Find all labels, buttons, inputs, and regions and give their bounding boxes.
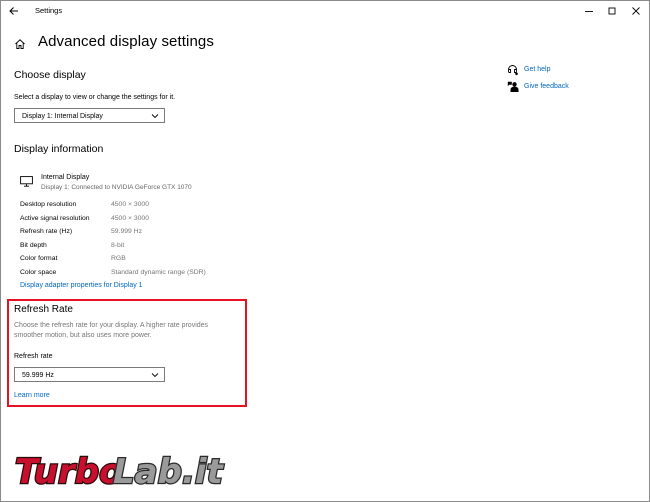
home-icon	[15, 39, 25, 49]
monitor-icon	[20, 176, 33, 187]
minimize-icon	[585, 11, 593, 12]
maximize-button[interactable]	[604, 3, 620, 19]
close-button[interactable]	[628, 3, 644, 19]
display-connection: Display 1: Connected to NVIDIA GeForce G…	[41, 184, 192, 191]
svg-text:Lab.it: Lab.it	[113, 452, 225, 492]
refresh-rate-label: Refresh rate	[14, 353, 53, 360]
info-row: Color space Standard dynamic range (SDR)	[20, 269, 250, 279]
maximize-icon	[608, 7, 616, 15]
window-title: Settings	[35, 6, 63, 15]
info-label: Refresh rate (Hz)	[20, 228, 73, 235]
choose-display-description: Select a display to view or change the s…	[14, 94, 176, 101]
close-icon	[632, 7, 640, 15]
get-help-link[interactable]: Get help	[524, 66, 550, 73]
info-label: Desktop resolution	[20, 201, 77, 208]
info-value: 4500 × 3000	[111, 201, 149, 208]
page-title: Advanced display settings	[38, 33, 214, 50]
info-value: RGB	[111, 255, 126, 262]
info-row: Color format RGB	[20, 255, 250, 265]
info-value: 4500 × 3000	[111, 214, 149, 222]
info-value: 8-bit	[111, 241, 125, 249]
give-feedback-icon	[507, 81, 519, 92]
chevron-down-icon	[151, 114, 159, 119]
minimize-button[interactable]	[581, 3, 597, 19]
display-information-heading: Display information	[14, 143, 104, 155]
home-button[interactable]	[14, 37, 26, 49]
info-value: Standard dynamic range (SDR)	[111, 268, 206, 276]
info-label: Active signal resolution	[20, 214, 90, 222]
back-button[interactable]	[6, 3, 22, 19]
learn-more-link[interactable]: Learn more	[14, 392, 50, 399]
info-row: Refresh rate (Hz) 59.999 Hz	[20, 228, 250, 238]
get-help-icon	[508, 65, 518, 76]
info-label: Color space	[20, 268, 57, 276]
chevron-down-icon	[151, 373, 159, 378]
display-name: Internal Display	[41, 174, 90, 181]
refresh-rate-description-line2: smoother motion, but also uses more powe…	[14, 332, 152, 339]
turbolab-watermark-logo: Turbo Lab.it	[14, 451, 226, 493]
info-row: Bit depth 8-bit	[20, 242, 250, 252]
give-feedback-link[interactable]: Give feedback	[524, 83, 569, 90]
settings-window: Settings Advanced display settings Choos…	[0, 0, 650, 502]
info-label: Bit depth	[20, 241, 47, 249]
info-row: Desktop resolution 4500 × 3000	[20, 201, 250, 211]
title-bar: Settings	[1, 1, 649, 21]
adapter-properties-link[interactable]: Display adapter properties for Display 1	[20, 282, 143, 289]
refresh-rate-select[interactable]: 59.999 Hz	[14, 367, 165, 382]
display-select-value: Display 1: Internal Display	[22, 112, 103, 120]
info-label: Color format	[20, 255, 58, 262]
choose-display-heading: Choose display	[14, 69, 86, 81]
display-select[interactable]: Display 1: Internal Display	[14, 108, 165, 123]
info-value: 59.999 Hz	[111, 228, 142, 235]
refresh-rate-description-line1: Choose the refresh rate for your display…	[14, 322, 209, 329]
info-row: Active signal resolution 4500 × 3000	[20, 215, 250, 225]
back-arrow-icon	[9, 7, 18, 15]
refresh-rate-select-value: 59.999 Hz	[22, 371, 54, 379]
svg-text:Turbo: Turbo	[15, 452, 122, 492]
refresh-rate-heading: Refresh Rate	[14, 304, 73, 315]
